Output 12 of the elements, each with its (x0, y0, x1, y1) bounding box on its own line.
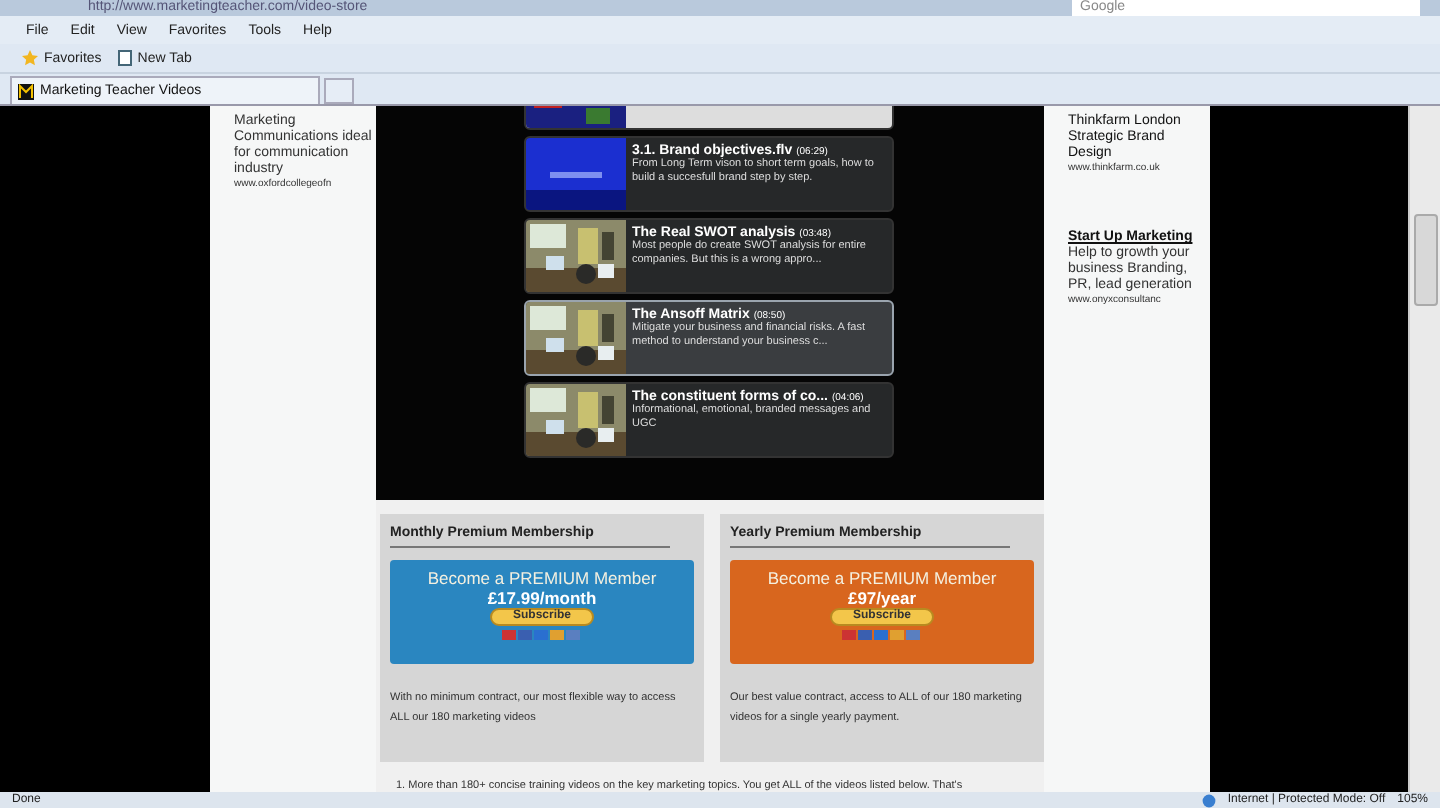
banner-title: Become a PREMIUM Member (427, 568, 657, 589)
logo-icon (18, 83, 34, 99)
payment-cards-icon (842, 630, 922, 641)
star-icon (22, 50, 38, 66)
new-tab-button[interactable] (324, 78, 354, 104)
globe-icon (1201, 793, 1216, 807)
price: £17.99/month (487, 588, 597, 609)
payment-cards-icon (502, 630, 582, 641)
price: £97/year (847, 588, 917, 609)
scrollbar[interactable] (1408, 106, 1440, 792)
page-icon (117, 50, 132, 66)
banner-title: Become a PREMIUM Member (767, 568, 997, 589)
